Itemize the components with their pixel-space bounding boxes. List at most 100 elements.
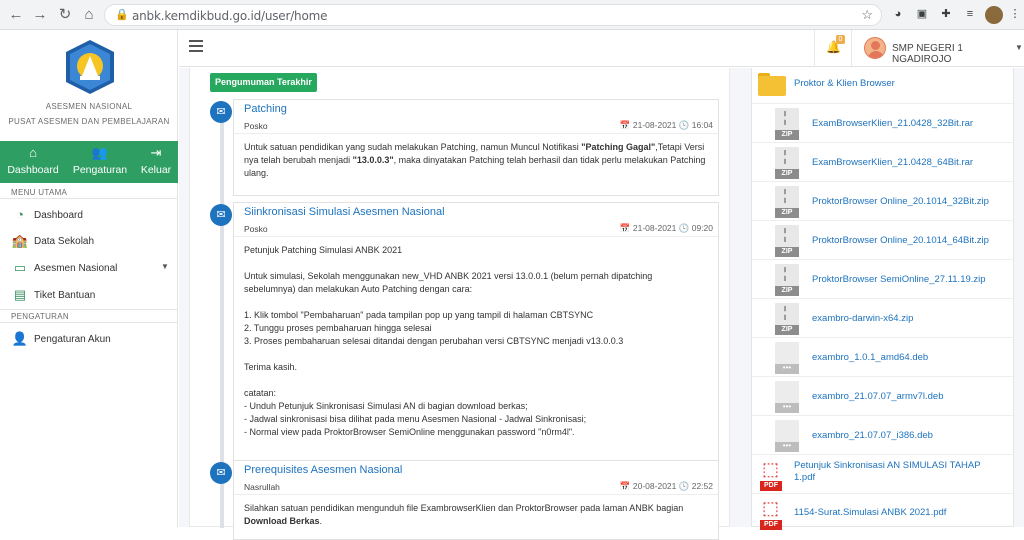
- announcement-title[interactable]: Prerequisites Asesmen Nasional: [244, 464, 402, 476]
- section-menu-utama: MENU UTAMA: [11, 188, 68, 197]
- home-icon: ⌂: [29, 145, 37, 160]
- file-type-label: ZIP: [775, 169, 799, 179]
- lock-icon: 🔒: [115, 9, 129, 21]
- body-line: 1. Klik tombol "Pembaharuan" pada tampil…: [244, 310, 594, 320]
- envelope-icon: ✉: [210, 462, 232, 484]
- menu-dots-icon[interactable]: ⋮: [1008, 7, 1022, 21]
- extension-icon[interactable]: ◕: [891, 7, 905, 21]
- file-link[interactable]: 1154-Surat.Simulasi ANBK 2021.pdf: [794, 507, 1004, 519]
- announcement-title[interactable]: Patching: [244, 103, 287, 115]
- announcement-date: 21-08-2021: [632, 223, 677, 233]
- notification-count-badge: 0: [836, 35, 845, 44]
- announcement-author: Nasrullah: [244, 482, 280, 492]
- bookmark-star-icon[interactable]: ☆: [861, 7, 873, 23]
- quick-label: Pengaturan: [72, 164, 128, 176]
- body-line: 3. Proses pembaharuan selesai ditandai d…: [244, 336, 624, 346]
- top-navbar: 🔔 0 SMP NEGERI 1 NGADIROJO ▼: [179, 30, 1024, 67]
- user-avatar[interactable]: [864, 37, 886, 59]
- file-link[interactable]: ProktorBrowser Online_20.1014_64Bit.zip: [812, 235, 989, 246]
- tachometer-icon: ◔: [16, 207, 24, 222]
- profile-avatar[interactable]: [985, 6, 1003, 24]
- file-link[interactable]: ProktorBrowser SemiOnline_27.11.19.zip: [812, 274, 986, 285]
- hamburger-menu-icon[interactable]: [189, 40, 203, 52]
- sidebar-item-pengaturan-akun[interactable]: 👤 Pengaturan Akun: [0, 328, 178, 350]
- file-row: ••• exambro_21.07.07_i386.deb: [752, 415, 1015, 454]
- body-line: Untuk simulasi, Sekolah menggunakan new_…: [244, 271, 653, 294]
- divider: [814, 30, 815, 67]
- reload-icon[interactable]: ↻: [55, 5, 75, 25]
- announcement-body: Untuk satuan pendidikan yang sudah melak…: [244, 141, 706, 180]
- back-icon[interactable]: ←: [6, 5, 26, 25]
- pdf-file-icon: ⬚ PDF: [760, 498, 782, 530]
- file-type-label: ZIP: [775, 208, 799, 218]
- file-link[interactable]: ExamBrowserKlien_21.0428_64Bit.rar: [812, 157, 973, 168]
- announcement-time: 16:04: [691, 120, 713, 130]
- puzzle-icon[interactable]: ✚: [939, 7, 953, 21]
- forward-icon[interactable]: →: [30, 5, 50, 25]
- body-line: [244, 374, 706, 387]
- body-line: catatan:: [244, 388, 277, 398]
- sidebar-item-tiket-bantuan[interactable]: ▤ Tiket Bantuan: [0, 284, 178, 306]
- announcement-body: Silahkan satuan pendidikan mengunduh fil…: [244, 502, 706, 528]
- announcement-datetime: 📅 20-08-2021 🕓 22:52: [620, 481, 713, 492]
- file-type-label: PDF: [760, 481, 782, 491]
- file-link[interactable]: exambro_21.07.07_i386.deb: [812, 430, 933, 441]
- pdf-file-icon: ⬚ PDF: [760, 459, 782, 491]
- quick-pengaturan-button[interactable]: 👥 Pengaturan: [66, 141, 134, 183]
- file-row: ZIP ProktorBrowser SemiOnline_27.11.19.z…: [752, 259, 1015, 298]
- sidebar-item-label: Data Sekolah: [34, 236, 95, 247]
- sidebar-item-data-sekolah[interactable]: 🏫 Data Sekolah: [0, 230, 178, 252]
- folder-link[interactable]: Proktor & Klien Browser: [794, 78, 895, 89]
- body-bold: "13.0.0.3": [352, 155, 394, 165]
- reading-list-icon[interactable]: ≡: [963, 7, 977, 21]
- school-icon: 🏫: [11, 233, 29, 248]
- ticket-icon: ▤: [13, 287, 27, 302]
- file-row: ZIP ExamBrowserKlien_21.0428_64Bit.rar: [752, 142, 1015, 181]
- file-link[interactable]: exambro-darwin-x64.zip: [812, 313, 913, 324]
- folder-icon: [758, 70, 786, 98]
- address-bar[interactable]: 🔒 anbk.kemdikbud.go.id/user/home ☆: [104, 4, 882, 26]
- body-line: [244, 257, 706, 270]
- calendar-icon: 📅: [619, 120, 631, 130]
- file-link[interactable]: Petunjuk Sinkronisasi AN SIMULASI TAHAP …: [794, 460, 1004, 484]
- clock-icon: 🕓: [678, 223, 690, 233]
- sidebar-item-label: Tiket Bantuan: [34, 290, 96, 301]
- monitor-icon: ▭: [13, 260, 27, 275]
- home-icon[interactable]: ⌂: [79, 5, 99, 25]
- quick-label: Keluar: [140, 164, 172, 176]
- brand-title: ASESMEN NASIONAL: [45, 102, 133, 111]
- extension-icon[interactable]: ▣: [915, 7, 929, 21]
- announcement-title[interactable]: Siinkronisasi Simulasi Asesmen Nasional: [244, 206, 445, 218]
- file-link[interactable]: exambro_1.0.1_amd64.deb: [812, 352, 928, 363]
- user-settings-icon: 👤: [11, 331, 29, 346]
- announcement-datetime: 📅 21-08-2021 🕓 16:04: [620, 120, 713, 131]
- file-link[interactable]: ProktorBrowser Online_20.1014_32Bit.zip: [812, 196, 989, 207]
- body-text: .: [319, 516, 323, 526]
- url-text: anbk.kemdikbud.go.id/user/home: [132, 9, 328, 23]
- body-line: - Jadwal sinkronisasi bisa dilihat pada …: [244, 414, 587, 424]
- quick-keluar-button[interactable]: ⇥ Keluar: [134, 141, 178, 183]
- body-line: [244, 348, 706, 361]
- divider: [0, 309, 178, 310]
- announcement-time: 09:20: [691, 223, 713, 233]
- file-type-label: ZIP: [775, 130, 799, 140]
- sidebar-item-dashboard[interactable]: ◔ Dashboard: [0, 204, 178, 226]
- caret-down-icon[interactable]: ▼: [1015, 43, 1023, 52]
- sign-out-icon: ⇥: [150, 145, 162, 160]
- section-pengaturan: PENGATURAN: [11, 312, 69, 321]
- browser-toolbar: ← → ↻ ⌂ 🔒 anbk.kemdikbud.go.id/user/home…: [0, 0, 1024, 30]
- quick-dashboard-button[interactable]: ⌂ Dashboard: [0, 141, 66, 183]
- sidebar-item-asesmen-nasional[interactable]: ▭ Asesmen Nasional ▼: [0, 257, 178, 279]
- file-type-label: ZIP: [775, 325, 799, 335]
- file-row: ⬚ PDF Petunjuk Sinkronisasi AN SIMULASI T…: [752, 454, 1015, 493]
- file-link[interactable]: exambro_21.07.07_armv7l.deb: [812, 391, 944, 402]
- brand-subtitle: PUSAT ASESMEN DAN PEMBELAJARAN: [8, 117, 170, 126]
- quick-label: Dashboard: [7, 164, 59, 176]
- body-bold: Download Berkas: [244, 516, 320, 526]
- divider: [234, 236, 718, 237]
- divider: [234, 133, 718, 134]
- file-link[interactable]: ExamBrowserKlien_21.0428_32Bit.rar: [812, 118, 973, 129]
- user-name[interactable]: SMP NEGERI 1 NGADIROJO: [892, 43, 1024, 65]
- zip-file-icon: ZIP: [775, 186, 799, 218]
- announcement-body: Petunjuk Patching Simulasi ANBK 2021 Unt…: [244, 244, 706, 439]
